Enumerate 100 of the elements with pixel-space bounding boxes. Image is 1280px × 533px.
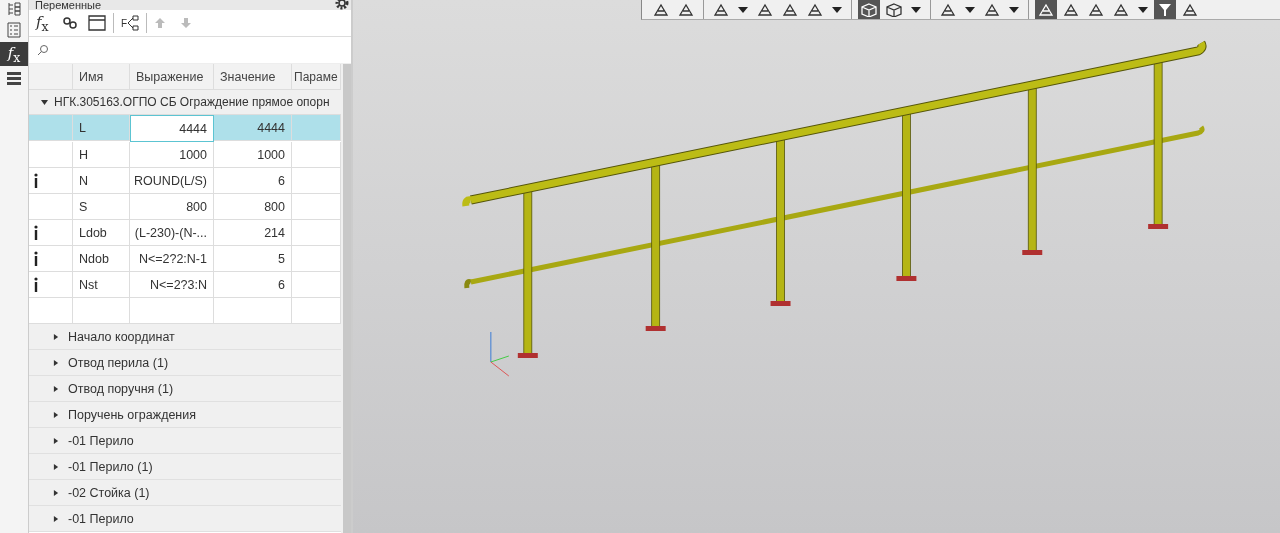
tool-icon (1113, 2, 1129, 17)
cube-icon (861, 2, 877, 17)
variable-row[interactable]: Nst N<=2?3:N 6 (29, 272, 341, 298)
collapsed-triangle-icon[interactable] (53, 489, 59, 496)
expression-cell[interactable]: N<=2?2:N-1 (130, 246, 214, 272)
tree-group-row[interactable]: -01 Перило (29, 506, 341, 532)
expression-cell[interactable]: 4444 (130, 115, 214, 142)
window-icon (88, 15, 106, 31)
panel-title: Переменные (35, 0, 102, 10)
tool-icon (1182, 2, 1198, 17)
caret-icon[interactable] (738, 6, 748, 13)
name-cell: L (73, 115, 130, 141)
group-label: -01 Перило (68, 433, 134, 448)
expression-cell[interactable]: 1000 (130, 142, 214, 168)
tool-icon (1088, 2, 1104, 17)
tool-icon (653, 2, 669, 17)
settings-icon[interactable] (335, 0, 349, 10)
tree-root-row[interactable]: НГК.305163.ОГПО СБ Ограждение прямое опорн (29, 90, 341, 115)
arrow-up-icon (154, 17, 167, 29)
tool-icon (782, 2, 798, 17)
group-label: -02 Стойка (1) (68, 485, 150, 500)
caret-icon[interactable] (832, 6, 842, 13)
toolbar-button[interactable] (1035, 0, 1057, 19)
value-cell: 6 (214, 272, 292, 298)
name-cell: Nst (73, 272, 130, 298)
scrollbar[interactable] (343, 64, 351, 533)
caret-icon[interactable] (1138, 6, 1148, 13)
collapsed-triangle-icon[interactable] (53, 463, 59, 470)
expression-cell[interactable]: ROUND(L/S) (130, 168, 214, 194)
group-label: -01 Перило (1) (68, 459, 153, 474)
formula-button[interactable]: f$_{x}$ (33, 12, 57, 34)
arrow-down-icon (180, 17, 193, 29)
name-cell: Ndob (73, 246, 130, 272)
caret-icon[interactable] (1009, 6, 1019, 13)
toolbar-button[interactable] (883, 0, 905, 19)
tool-icon (984, 2, 1000, 17)
list-icon (7, 22, 21, 38)
menu-icon (6, 70, 22, 86)
tool-icon (757, 2, 773, 17)
axis-indicator-icon (490, 331, 510, 377)
structure-button[interactable]: F (118, 12, 143, 34)
collapsed-triangle-icon[interactable] (53, 515, 59, 522)
variable-row[interactable]: L 4444 4444 (29, 115, 341, 142)
group-label: Начало координат (68, 329, 175, 344)
name-cell: H (73, 142, 130, 168)
expression-cell[interactable]: N<=2?3:N (130, 272, 214, 298)
group-label: -01 Перило (68, 511, 134, 526)
tree-group-row[interactable]: -01 Перило (29, 428, 341, 454)
value-cell: 6 (214, 168, 292, 194)
value-cell: 800 (214, 194, 292, 220)
variable-row[interactable]: N ROUND(L/S) 6 (29, 168, 341, 194)
variable-row[interactable]: Ndob N<=2?2:N-1 5 (29, 246, 341, 272)
value-cell: 214 (214, 220, 292, 246)
caret-icon[interactable] (965, 6, 975, 13)
variable-row[interactable]: Ldob (L-230)-(N-... 214 (29, 220, 341, 246)
group-label: Поручень ограждения (68, 407, 197, 422)
tool-icon (940, 2, 956, 17)
variable-row[interactable]: H 1000 1000 (29, 142, 341, 168)
name-cell: Ldob (73, 220, 130, 246)
value-cell: 5 (214, 246, 292, 272)
collapsed-triangle-icon[interactable] (53, 359, 59, 366)
group-label: Отвод перила (1) (68, 355, 169, 370)
tree-group-row[interactable]: -02 Стойка (1) (29, 480, 341, 506)
tree-group-row[interactable]: Поручень ограждения (29, 402, 341, 428)
tool-icon (713, 2, 729, 17)
collapsed-triangle-icon[interactable] (53, 385, 59, 392)
tree-icon (7, 2, 21, 16)
tree-group-row[interactable]: -01 Перило (1) (29, 454, 341, 480)
collapsed-triangle-icon[interactable] (53, 333, 59, 340)
window-button[interactable] (85, 12, 109, 34)
tree-group-row[interactable]: Отвод поручня (1) (29, 376, 341, 402)
expression-cell[interactable]: (L-230)-(N-... (130, 220, 214, 246)
cube-icon (886, 2, 902, 17)
toolbar-button[interactable] (1154, 0, 1176, 19)
name-cell: S (73, 194, 130, 220)
group-label: Отвод поручня (1) (68, 381, 174, 396)
tree-group-row[interactable]: Отвод перила (1) (29, 350, 341, 376)
search-icon (37, 44, 49, 56)
name-cell: N (73, 168, 130, 194)
expanded-triangle-icon[interactable] (41, 98, 48, 106)
column-header[interactable]: Выражение (130, 64, 214, 90)
structure-label: F (121, 17, 128, 29)
tree-group-row[interactable]: Начало координат (29, 324, 341, 350)
value-cell: 4444 (214, 115, 292, 141)
filter-icon (1158, 2, 1172, 17)
toolbar-button[interactable] (858, 0, 880, 19)
column-header[interactable]: Параме (292, 64, 341, 90)
caret-icon[interactable] (911, 6, 921, 13)
variable-row[interactable]: S 800 800 (29, 194, 341, 220)
tree-icon (127, 15, 140, 31)
expression-cell[interactable]: 800 (130, 194, 214, 220)
side-tab[interactable]: f$_{x}$ (0, 42, 28, 66)
column-header[interactable]: Значение (214, 64, 292, 90)
collapsed-triangle-icon[interactable] (53, 437, 59, 444)
value-cell: 1000 (214, 142, 292, 168)
link-icon (62, 16, 78, 30)
tool-icon (678, 2, 694, 17)
assembly-name: НГК.305163.ОГПО СБ Ограждение прямое опорн (54, 95, 330, 109)
column-header[interactable]: Имя (73, 64, 130, 90)
collapsed-triangle-icon[interactable] (53, 411, 59, 418)
